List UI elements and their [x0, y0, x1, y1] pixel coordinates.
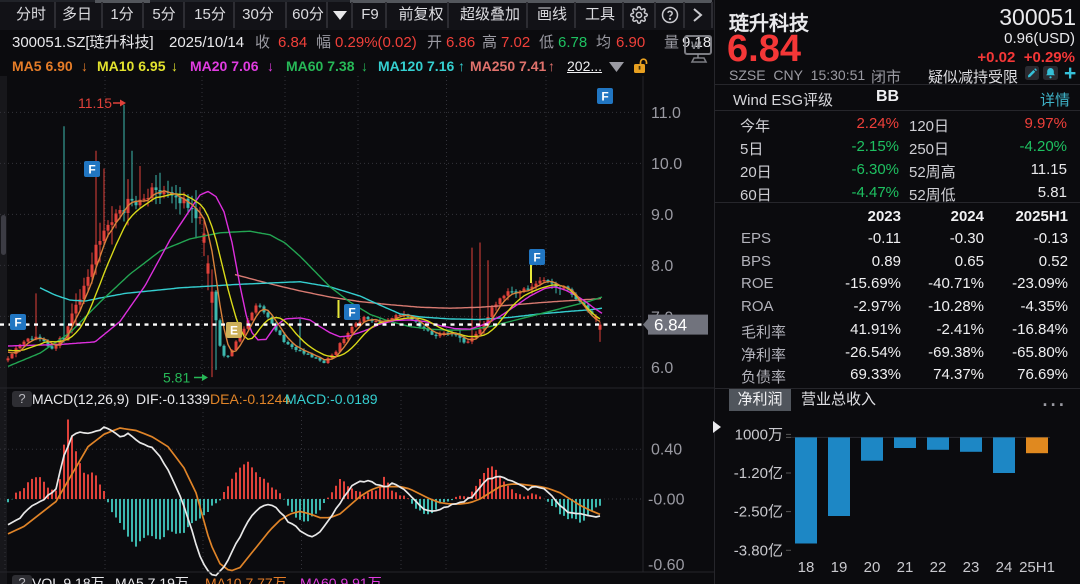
svg-text:F: F [88, 163, 95, 177]
svg-text:1000万: 1000万 [735, 426, 783, 443]
svg-text:19: 19 [831, 559, 848, 576]
svg-text:F: F [601, 90, 608, 104]
svg-text:24: 24 [996, 559, 1013, 576]
svg-text:10.0: 10.0 [651, 156, 682, 173]
svg-text:-3.80亿: -3.80亿 [734, 542, 783, 559]
svg-text:W: W [691, 40, 702, 52]
svg-text:F: F [348, 306, 355, 320]
svg-text:5.81: 5.81 [163, 370, 190, 386]
svg-text:6.0: 6.0 [651, 360, 673, 377]
svg-text:-0.60: -0.60 [648, 557, 685, 574]
svg-text:25H1: 25H1 [1019, 559, 1055, 576]
svg-text:9.0: 9.0 [651, 207, 673, 224]
svg-text:23: 23 [963, 559, 980, 576]
svg-text:E: E [230, 324, 238, 338]
svg-text:22: 22 [930, 559, 947, 576]
svg-text:18: 18 [798, 559, 815, 576]
svg-text:F: F [14, 316, 21, 330]
svg-text:11.0: 11.0 [651, 105, 681, 122]
svg-text:-2.50亿: -2.50亿 [734, 504, 783, 521]
svg-text:11.15: 11.15 [78, 95, 112, 111]
svg-text:20: 20 [864, 559, 881, 576]
svg-text:-1.20亿: -1.20亿 [734, 465, 783, 482]
svg-text:-0.00: -0.00 [648, 492, 685, 509]
svg-text:F: F [533, 251, 540, 265]
svg-text:21: 21 [897, 559, 914, 576]
svg-text:8.0: 8.0 [651, 258, 673, 275]
svg-text:0.40: 0.40 [651, 442, 682, 459]
svg-text:6.84: 6.84 [654, 316, 687, 335]
